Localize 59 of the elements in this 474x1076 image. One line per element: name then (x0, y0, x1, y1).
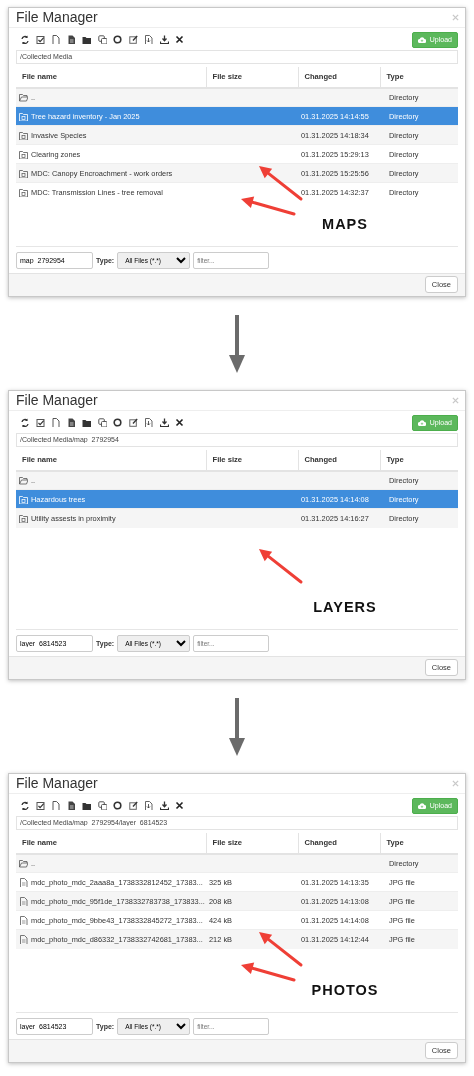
edit-icon[interactable] (128, 418, 138, 428)
copy-icon[interactable] (97, 418, 107, 428)
download-icon[interactable] (159, 801, 169, 811)
file-icon (19, 877, 28, 887)
file-icon[interactable] (51, 801, 60, 811)
cloud-upload-icon (417, 36, 426, 43)
folder-icon (19, 188, 28, 198)
dialog-title: File Manager (16, 393, 98, 408)
checkbox-icon[interactable] (35, 801, 45, 811)
file-icon[interactable] (51, 35, 60, 45)
file-arrow-icon[interactable] (144, 418, 153, 428)
refresh-icon[interactable] (20, 418, 29, 428)
annotation-arrow (259, 549, 303, 584)
circle-icon[interactable] (113, 801, 122, 811)
dialog-title: File Manager (16, 10, 98, 25)
cloud-upload-icon (417, 802, 426, 809)
refresh-icon[interactable] (20, 801, 29, 811)
cloud-upload-icon (417, 419, 426, 426)
document-icon[interactable] (66, 418, 76, 428)
folder-icon (19, 494, 28, 504)
folder-icon[interactable] (82, 801, 91, 811)
circle-icon[interactable] (113, 35, 122, 45)
file-arrow-icon[interactable] (144, 801, 153, 811)
file-icon (19, 915, 28, 925)
copy-icon[interactable] (97, 801, 107, 811)
open-folder-icon (19, 859, 28, 869)
file-icon (19, 935, 28, 945)
open-folder-icon (19, 93, 28, 103)
checkbox-icon[interactable] (35, 418, 45, 428)
annotation-label: MAPS (321, 215, 369, 234)
download-icon[interactable] (159, 35, 169, 45)
circle-icon[interactable] (113, 418, 122, 428)
download-icon[interactable] (159, 418, 169, 428)
folder-icon[interactable] (82, 35, 91, 45)
dialog-title: File Manager (16, 776, 98, 791)
close-icon[interactable] (175, 418, 184, 428)
flow-arrow (229, 314, 245, 373)
annotation-label: LAYERS (312, 598, 378, 617)
edit-icon[interactable] (128, 801, 138, 811)
flow-arrow (229, 697, 245, 756)
document-icon[interactable] (66, 801, 76, 811)
copy-icon[interactable] (97, 35, 107, 45)
file-arrow-icon[interactable] (144, 35, 153, 45)
folder-icon (19, 514, 28, 524)
folder-icon (19, 149, 28, 159)
refresh-icon[interactable] (20, 35, 29, 45)
folder-icon (19, 130, 28, 140)
annotation-label: PHOTOS (310, 981, 380, 1000)
edit-icon[interactable] (128, 35, 138, 45)
file-icon (19, 896, 28, 906)
close-icon[interactable] (175, 35, 184, 45)
folder-icon (19, 168, 28, 178)
checkbox-icon[interactable] (35, 35, 45, 45)
folder-icon (19, 111, 28, 121)
open-folder-icon (19, 476, 28, 486)
folder-icon[interactable] (82, 418, 91, 428)
document-icon[interactable] (66, 35, 76, 45)
close-icon[interactable] (175, 801, 184, 811)
file-icon[interactable] (51, 418, 60, 428)
